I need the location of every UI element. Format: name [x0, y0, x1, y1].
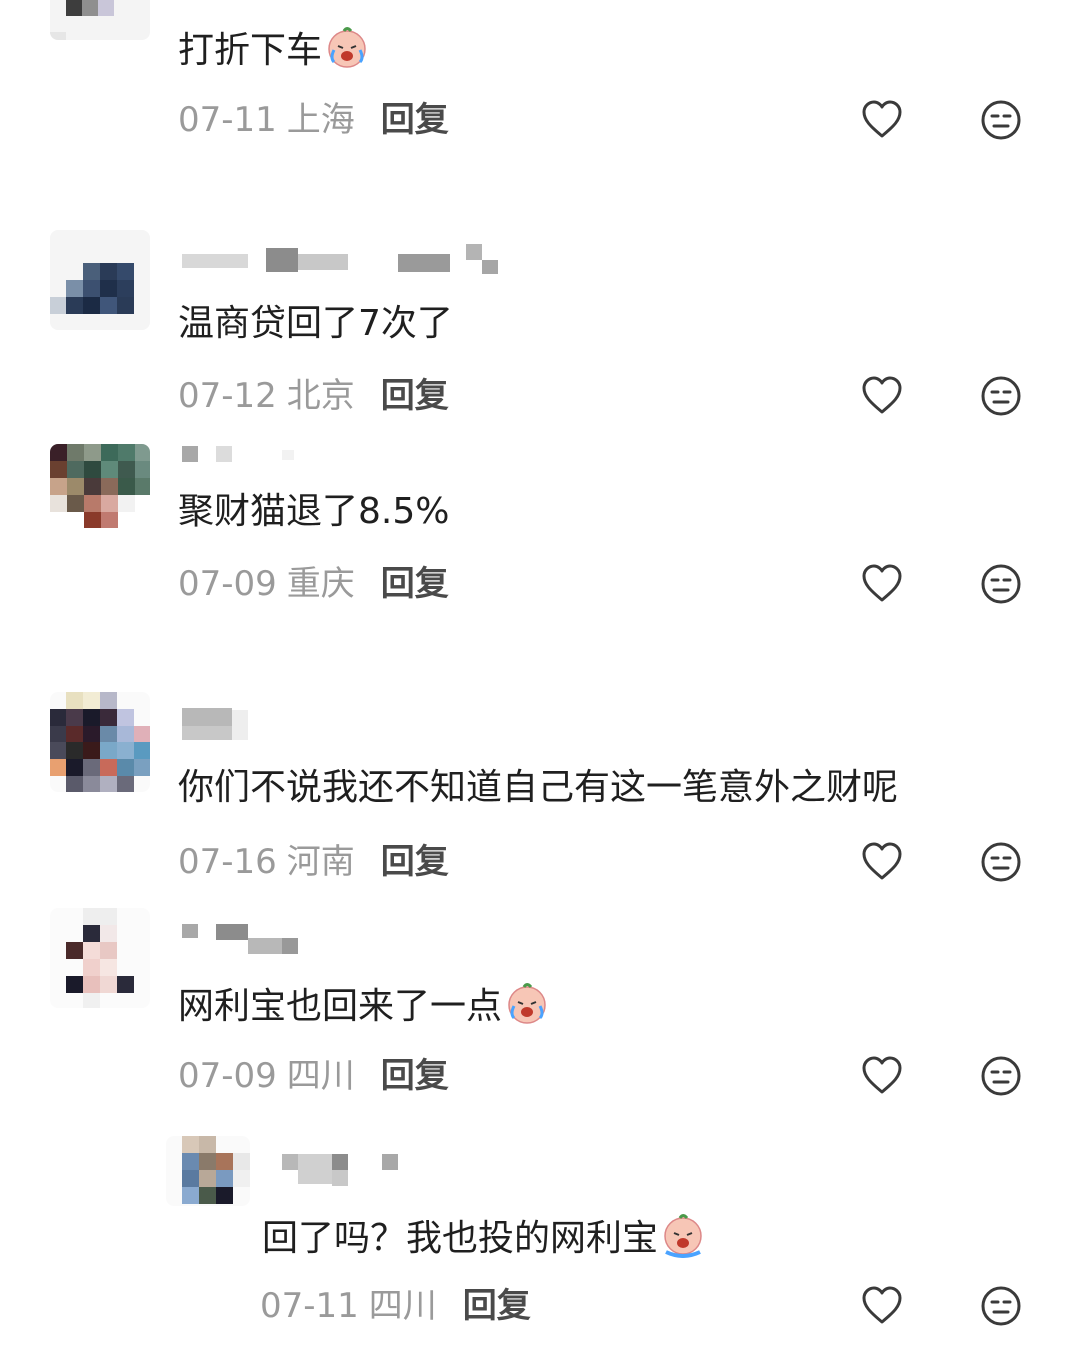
crying-face-emoji-icon [664, 1214, 702, 1258]
username-blurred[interactable] [182, 444, 302, 478]
heart-outline-icon[interactable] [860, 98, 904, 142]
avatar[interactable] [50, 908, 150, 1008]
neutral-face-icon[interactable] [979, 1054, 1023, 1098]
avatar[interactable] [50, 230, 150, 330]
comment-date: 07-12 [178, 376, 277, 416]
heart-outline-icon[interactable] [860, 840, 904, 884]
heart-outline-icon[interactable] [860, 562, 904, 606]
comment-text: 打折下车 [178, 24, 370, 73]
comment-meta: 07-16 河南 回复 [178, 842, 449, 882]
comment-date: 07-16 [178, 842, 277, 882]
comment-date: 07-11 [260, 1286, 359, 1326]
comment-meta: 07-11 上海 回复 [178, 100, 449, 140]
comment-meta: 07-09 重庆 回复 [178, 564, 449, 604]
reply-button[interactable]: 回复 [381, 842, 449, 882]
comment-date: 07-11 [178, 100, 277, 140]
comment-meta: 07-12 北京 回复 [178, 376, 449, 416]
comment-location: 北京 [286, 376, 355, 416]
reply-button[interactable]: 回复 [381, 564, 449, 604]
avatar[interactable] [50, 444, 150, 544]
reply-button[interactable]: 回复 [381, 1056, 449, 1096]
comment-location: 四川 [286, 1056, 355, 1096]
neutral-face-icon[interactable] [979, 840, 1023, 884]
reply-button[interactable]: 回复 [381, 376, 449, 416]
comment-date: 07-09 [178, 1056, 277, 1096]
avatar[interactable] [50, 0, 150, 40]
username-blurred[interactable] [182, 924, 312, 958]
heart-outline-icon[interactable] [860, 1054, 904, 1098]
neutral-face-icon[interactable] [979, 562, 1023, 606]
crying-face-emoji-icon [328, 27, 366, 68]
crying-face-emoji-icon [508, 983, 546, 1024]
avatar[interactable] [50, 692, 150, 792]
comment-location: 重庆 [286, 564, 355, 604]
neutral-face-icon[interactable] [979, 98, 1023, 142]
comment-text: 聚财猫退了8.5% [178, 491, 450, 532]
comment-meta: 07-09 四川 回复 [178, 1056, 449, 1096]
neutral-face-icon[interactable] [979, 1284, 1023, 1328]
reply-button[interactable]: 回复 [463, 1286, 531, 1326]
comment-text: 你们不说我还不知道自己有这一笔意外之财呢 [178, 767, 899, 808]
avatar[interactable] [166, 1136, 250, 1206]
reply-button[interactable]: 回复 [381, 100, 449, 140]
comment-text: 回了吗？我也投的网利宝 [262, 1212, 706, 1261]
username-blurred[interactable] [182, 244, 502, 278]
username-blurred[interactable] [182, 708, 262, 742]
comment-date: 07-09 [178, 564, 277, 604]
heart-outline-icon[interactable] [860, 374, 904, 418]
comment-location: 上海 [286, 100, 355, 140]
username-blurred[interactable] [282, 1152, 412, 1186]
neutral-face-icon[interactable] [979, 374, 1023, 418]
comment-location: 河南 [286, 842, 355, 882]
comment-text: 温商贷回了7次了 [178, 303, 453, 344]
comment-text: 网利宝也回来了一点 [178, 980, 550, 1029]
comment-location: 四川 [368, 1286, 437, 1326]
heart-outline-icon[interactable] [860, 1284, 904, 1328]
comment-meta: 07-11 四川 回复 [260, 1286, 531, 1326]
